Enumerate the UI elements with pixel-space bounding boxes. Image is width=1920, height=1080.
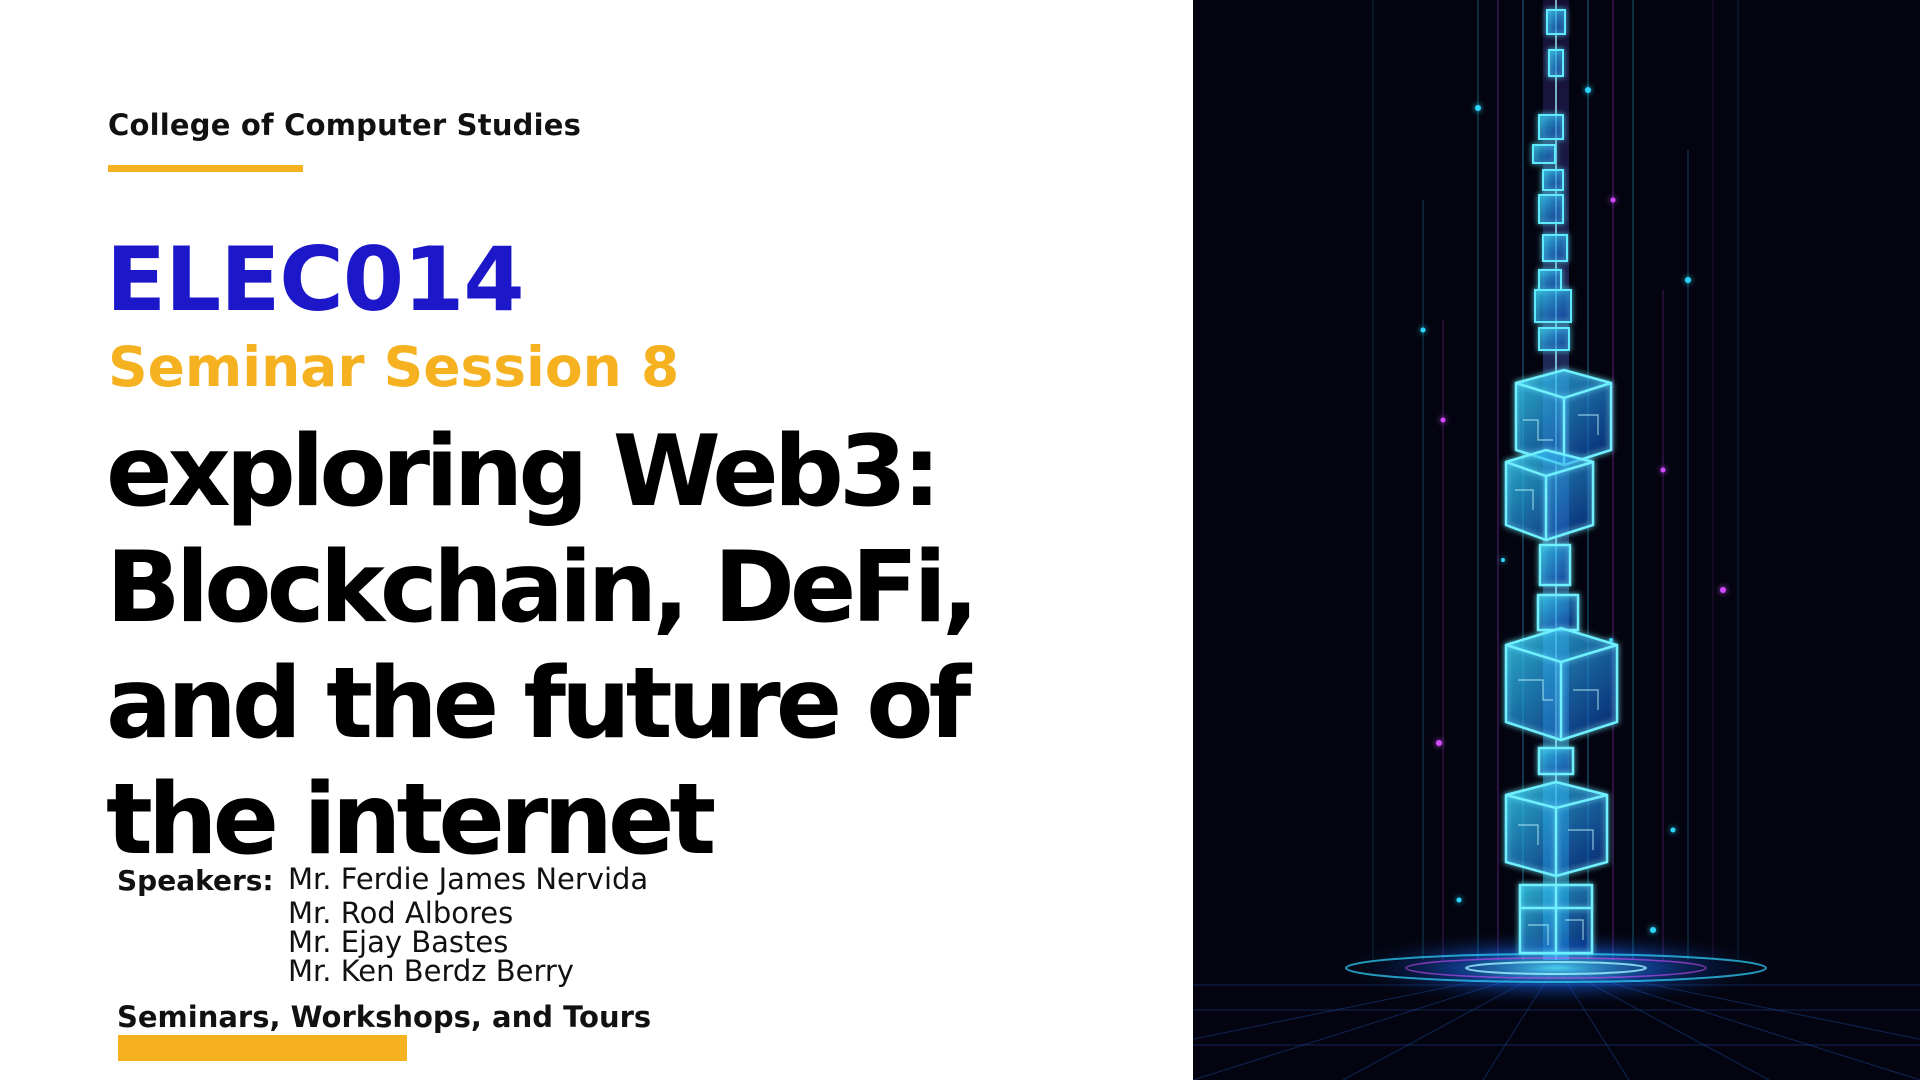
blockchain-illustration [1193, 0, 1920, 1080]
speakers-label: Speakers: [117, 864, 274, 897]
title-line: Blockchain, DeFi, [106, 531, 979, 645]
speaker-name: Mr. Ferdie James Nervida [288, 862, 649, 896]
course-code: ELEC014 [106, 228, 525, 331]
speaker-name: Mr. Ken Berdz Berry [288, 954, 574, 988]
title-line: exploring Web3: [106, 415, 941, 529]
presentation-title: exploring Web3: Blockchain, DeFi, and th… [106, 414, 1166, 878]
blockchain-tower-image [1193, 0, 1920, 1080]
title-line: and the future of [106, 647, 971, 761]
series-label: Seminars, Workshops, and Tours [117, 1000, 652, 1034]
text-panel: College of Computer Studies ELEC014 Semi… [0, 0, 1193, 1080]
title-line: the internet [106, 763, 716, 877]
series-underline [118, 1035, 407, 1061]
department-name: College of Computer Studies [108, 108, 582, 142]
session-label: Seminar Session 8 [108, 335, 680, 399]
department-underline [108, 165, 303, 172]
